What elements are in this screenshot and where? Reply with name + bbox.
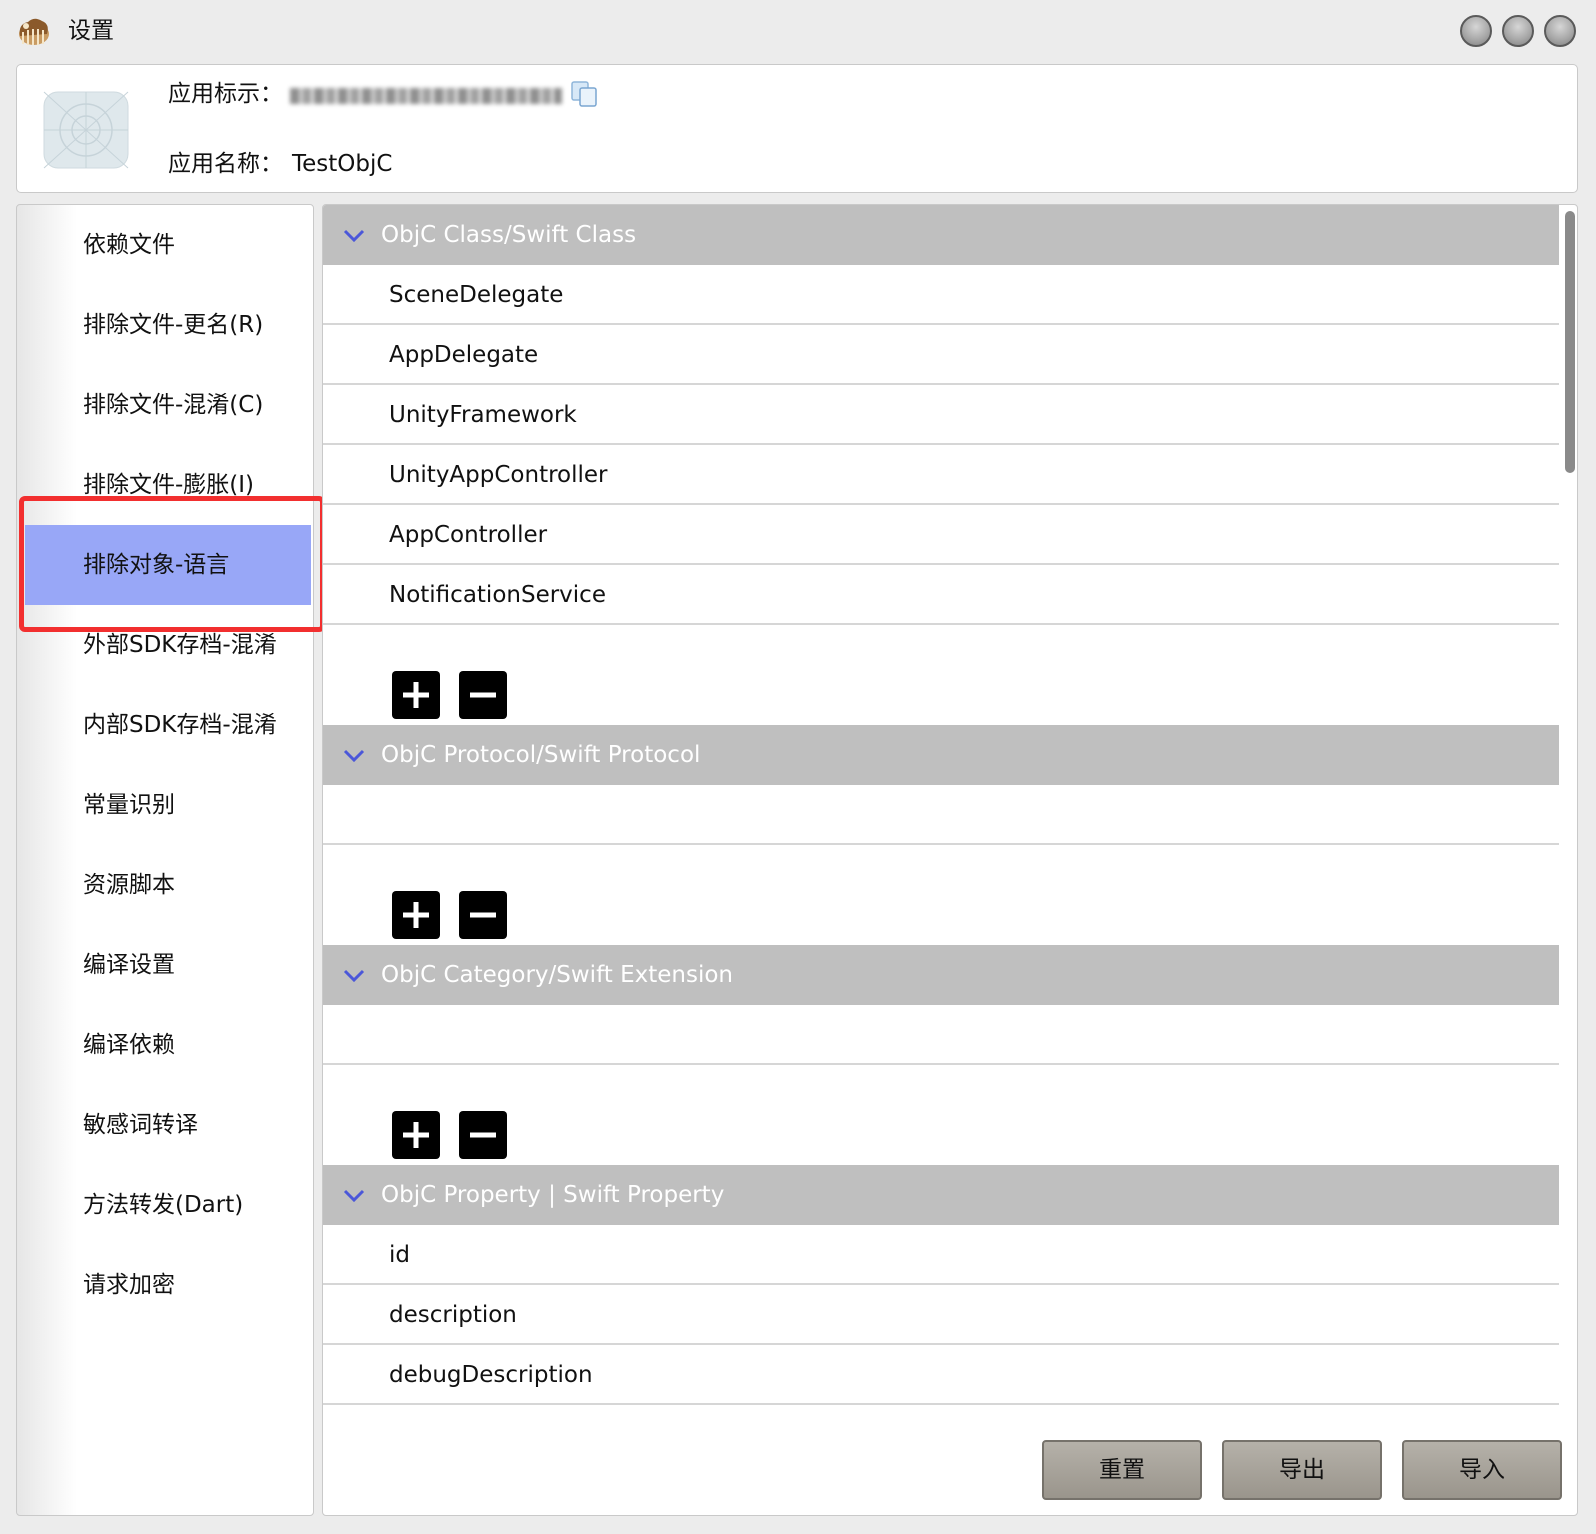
section-header-class[interactable]: ObjC Class/Swift Class [323, 205, 1559, 265]
chevron-down-icon [343, 229, 365, 243]
title-bar: 设置 [0, 0, 1596, 62]
content-panel: ObjC Class/Swift Class SceneDelegate App… [322, 204, 1578, 1516]
sidebar: 依赖文件 排除文件-更名(R) 排除文件-混淆(C) 排除文件-膨胀(I) 排除… [16, 204, 314, 1516]
sidebar-item-exclude-files-rename[interactable]: 排除文件-更名(R) [25, 285, 311, 365]
remove-category-button[interactable] [459, 1111, 507, 1159]
list-item[interactable]: AppDelegate [323, 325, 1559, 385]
window-button-close[interactable] [1460, 15, 1492, 47]
chevron-down-icon [343, 969, 365, 983]
add-class-button[interactable] [392, 671, 440, 719]
list-item[interactable]: description [323, 1285, 1559, 1345]
sidebar-item-build-dependencies[interactable]: 编译依赖 [25, 1005, 311, 1085]
list-item[interactable]: NotificationService [323, 565, 1559, 625]
chevron-down-icon [343, 749, 365, 763]
chevron-down-icon [343, 1189, 365, 1203]
sidebar-item-external-sdk-archive[interactable]: 外部SDK存档-混淆 [25, 605, 311, 685]
window-title: 设置 [68, 18, 114, 44]
sidebar-item-dependency-files[interactable]: 依赖文件 [25, 205, 311, 285]
section-header-category[interactable]: ObjC Category/Swift Extension [323, 945, 1559, 1005]
window-button-minimize[interactable] [1502, 15, 1534, 47]
sidebar-item-method-forwarding[interactable]: 方法转发(Dart) [25, 1165, 311, 1245]
empty-list-row [323, 785, 1559, 845]
app-info-panel: 应用标示： 应用名称： TestObjC [16, 64, 1578, 193]
plus-icon [403, 682, 429, 708]
reset-button[interactable]: 重置 [1042, 1440, 1202, 1500]
sidebar-item-exclude-files-obfuscate[interactable]: 排除文件-混淆(C) [25, 365, 311, 445]
section-title: ObjC Category/Swift Extension [381, 962, 734, 988]
app-name-label: 应用名称： [168, 151, 283, 177]
sidebar-item-internal-sdk-archive[interactable]: 内部SDK存档-混淆 [25, 685, 311, 765]
minus-icon [470, 912, 496, 918]
add-category-button[interactable] [392, 1111, 440, 1159]
sidebar-item-exclude-objects-language[interactable]: 排除对象-语言 [25, 525, 311, 605]
section-title: ObjC Property | Swift Property [381, 1182, 725, 1208]
list-item[interactable]: UnityAppController [323, 445, 1559, 505]
sidebar-item-exclude-files-inflate[interactable]: 排除文件-膨胀(I) [25, 445, 311, 525]
section-header-property[interactable]: ObjC Property | Swift Property [323, 1165, 1559, 1225]
sidebar-item-request-encryption[interactable]: 请求加密 [25, 1245, 311, 1325]
section-header-protocol[interactable]: ObjC Protocol/Swift Protocol [323, 725, 1559, 785]
app-icon-placeholder [43, 91, 129, 169]
copy-icon[interactable] [569, 79, 601, 109]
minus-icon [470, 1132, 496, 1138]
minus-icon [470, 692, 496, 698]
sidebar-item-build-settings[interactable]: 编译设置 [25, 925, 311, 1005]
remove-protocol-button[interactable] [459, 891, 507, 939]
app-identifier-label: 应用标示： [168, 81, 283, 107]
empty-list-row [323, 1005, 1559, 1065]
sidebar-item-sensitive-words[interactable]: 敏感词转译 [25, 1085, 311, 1165]
section-title: ObjC Class/Swift Class [381, 222, 637, 248]
list-item[interactable]: SceneDelegate [323, 265, 1559, 325]
section-title: ObjC Protocol/Swift Protocol [381, 742, 701, 768]
sidebar-item-constant-recognition[interactable]: 常量识别 [25, 765, 311, 845]
plus-icon [403, 902, 429, 928]
app-logo-icon [19, 18, 49, 45]
list-item[interactable]: UnityFramework [323, 385, 1559, 445]
app-name-value: TestObjC [292, 151, 393, 177]
plus-icon [403, 1122, 429, 1148]
remove-class-button[interactable] [459, 671, 507, 719]
app-identifier-value-redacted [290, 88, 562, 104]
import-button[interactable]: 导入 [1402, 1440, 1562, 1500]
list-item[interactable]: AppController [323, 505, 1559, 565]
export-button[interactable]: 导出 [1222, 1440, 1382, 1500]
list-item[interactable]: debugDescription [323, 1345, 1559, 1405]
list-item[interactable]: id [323, 1225, 1559, 1285]
window-button-maximize[interactable] [1544, 15, 1576, 47]
sidebar-item-resource-scripts[interactable]: 资源脚本 [25, 845, 311, 925]
add-protocol-button[interactable] [392, 891, 440, 939]
scrollbar-thumb[interactable] [1565, 211, 1575, 473]
